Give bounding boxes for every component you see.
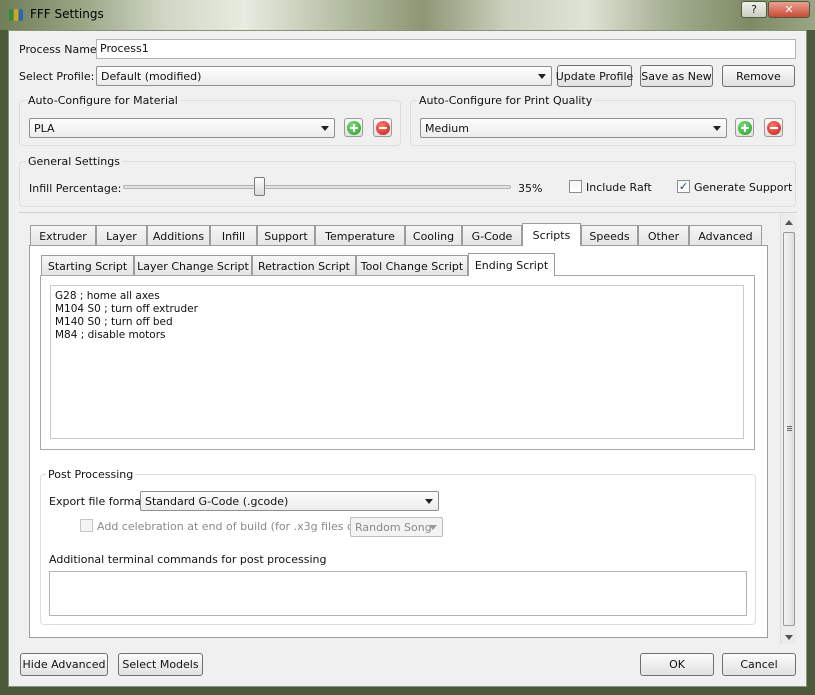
quality-group-title: Auto-Configure for Print Quality [417, 94, 595, 107]
subtab-layer-change-script[interactable]: Layer Change Script [134, 255, 252, 276]
scroll-up-icon[interactable] [785, 220, 793, 225]
tab-g-code[interactable]: G-Code [462, 225, 522, 246]
script-line: M140 S0 ; turn off bed [55, 316, 173, 328]
cancel-button[interactable]: Cancel [722, 653, 796, 676]
generate-support-label: Generate Support [694, 181, 793, 194]
dialog-body: Process Name: Process1 Select Profile: D… [8, 30, 807, 687]
chevron-down-icon [425, 499, 433, 504]
tab-cooling[interactable]: Cooling [405, 225, 462, 246]
hide-advanced-button[interactable]: Hide Advanced [20, 653, 108, 676]
tab-advanced[interactable]: Advanced [689, 225, 762, 246]
chevron-down-icon [429, 525, 437, 530]
scroll-down-icon[interactable] [785, 635, 793, 640]
title-bar[interactable]: FFF Settings ? ✕ [0, 0, 815, 30]
profile-select[interactable]: Default (modified) [96, 66, 552, 86]
subtab-retraction-script[interactable]: Retraction Script [252, 255, 356, 276]
celebration-label: Add celebration at end of build (for .x3… [97, 520, 375, 533]
window-title: FFF Settings [30, 7, 104, 21]
select-models-button[interactable]: Select Models [118, 653, 203, 676]
chevron-down-icon [321, 126, 329, 131]
infill-slider-handle[interactable] [253, 177, 265, 196]
tab-layer[interactable]: Layer [96, 225, 147, 246]
tab-scripts[interactable]: Scripts [522, 223, 581, 246]
script-line: M104 S0 ; turn off extruder [55, 303, 198, 315]
subtab-tool-change-script[interactable]: Tool Change Script [356, 255, 468, 276]
save-as-new-button[interactable]: Save as New [640, 65, 713, 87]
process-name-label: Process Name: [19, 43, 101, 56]
tab-extruder[interactable]: Extruder [30, 225, 96, 246]
script-line: M84 ; disable motors [55, 329, 166, 341]
help-button[interactable]: ? [741, 1, 767, 18]
terminal-commands-input[interactable] [49, 571, 747, 616]
chevron-down-icon [538, 74, 546, 79]
infill-value: 35% [518, 182, 543, 195]
add-icon [346, 120, 361, 135]
general-settings-title: General Settings [26, 155, 122, 168]
ok-button[interactable]: OK [640, 653, 714, 676]
infill-slider-track[interactable] [123, 185, 511, 189]
include-raft-label: Include Raft [586, 181, 652, 194]
material-group-title: Auto-Configure for Material [26, 94, 180, 107]
terminal-commands-label: Additional terminal commands for post pr… [49, 553, 327, 566]
ending-script-editor[interactable]: G28 ; home all axes M104 S0 ; turn off ex… [50, 285, 744, 439]
celebration-checkbox[interactable] [80, 519, 93, 532]
remove-quality-button[interactable] [764, 118, 783, 137]
quality-select[interactable]: Medium [420, 118, 727, 138]
quality-select-value: Medium [425, 122, 469, 135]
subtab-starting-script[interactable]: Starting Script [41, 255, 134, 276]
celebration-song-value: Random Song [355, 521, 432, 534]
post-processing-title: Post Processing [46, 468, 136, 481]
tab-speeds[interactable]: Speeds [581, 225, 638, 246]
add-quality-button[interactable] [735, 118, 754, 137]
remove-material-button[interactable] [373, 118, 392, 137]
script-line: G28 ; home all axes [55, 290, 160, 302]
remove-icon [375, 120, 390, 135]
tab-support[interactable]: Support [257, 225, 315, 246]
outer-scrollbar-thumb[interactable] [783, 232, 795, 626]
add-material-button[interactable] [344, 118, 363, 137]
export-format-label: Export file format [49, 495, 146, 508]
app-logo-icon [8, 7, 24, 23]
chevron-down-icon [713, 126, 721, 131]
tab-other[interactable]: Other [638, 225, 689, 246]
generate-support-checkbox[interactable]: ✓ [677, 180, 690, 193]
export-format-select[interactable]: Standard G-Code (.gcode) [140, 491, 439, 511]
add-icon [737, 120, 752, 135]
profile-select-value: Default (modified) [101, 70, 202, 83]
update-profile-button[interactable]: Update Profile [556, 65, 633, 87]
tab-temperature[interactable]: Temperature [315, 225, 405, 246]
remove-icon [766, 120, 781, 135]
material-select-value: PLA [34, 122, 55, 135]
select-profile-label: Select Profile: [19, 70, 95, 83]
subtab-ending-script[interactable]: Ending Script [468, 253, 555, 276]
tab-additions[interactable]: Additions [147, 225, 210, 246]
export-format-value: Standard G-Code (.gcode) [145, 495, 289, 508]
close-button[interactable]: ✕ [768, 1, 810, 18]
remove-profile-button[interactable]: Remove [722, 65, 795, 87]
process-name-input[interactable]: Process1 [96, 39, 796, 59]
celebration-song-select[interactable]: Random Song [350, 517, 443, 537]
infill-label: Infill Percentage: [29, 182, 122, 195]
material-select[interactable]: PLA [29, 118, 335, 138]
tab-infill[interactable]: Infill [210, 225, 257, 246]
include-raft-checkbox[interactable] [569, 180, 582, 193]
outer-scrollbar[interactable] [780, 214, 796, 644]
